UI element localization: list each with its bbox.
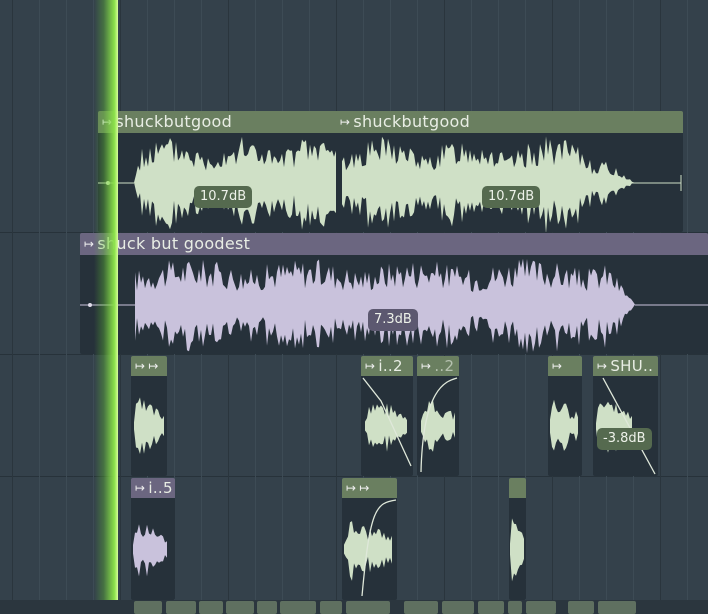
clip-waveform-area: 10.7dB [336,133,683,232]
clip-arrow-icon: ↦ [135,359,146,373]
clip-volume-badge: 10.7dB [482,186,541,208]
clip-title: ..2 [434,357,455,375]
clip-arrow-icon: ↦ [359,481,370,495]
clip-title: shuck but goodest [97,234,251,253]
clip-header[interactable]: ↦shuckbutgood [336,111,683,133]
audio-clip-small[interactable] [226,601,254,614]
audio-clip-small[interactable] [320,601,342,614]
grid-line [12,0,13,614]
waveform [342,136,682,232]
clip-arrow-icon: ↦ [84,237,95,251]
clip-arrow-icon: ↦ [421,359,432,373]
waveform [596,377,656,475]
clip-title: i..2 [378,357,403,375]
clip-arrow-icon: ↦ [148,359,159,373]
playlist-view[interactable]: ↦shuckbutgood 10.7dB ↦shuckbutgood 10.7d… [0,0,708,614]
clip-title: i..5 [148,479,173,497]
audio-clip-small[interactable] [134,601,162,614]
audio-clip-small[interactable]: ↦ [548,356,582,476]
clip-arrow-icon: ↦ [135,481,146,495]
clip-title: shuckbutgood [115,112,233,131]
audio-clip-small[interactable] [442,601,474,614]
waveform [133,524,167,577]
waveform [134,397,164,454]
audio-clip-i2[interactable]: ↦ i..2 [361,356,413,476]
audio-clip-small[interactable] [166,601,196,614]
clip-arrow-icon: ↦ [340,115,351,129]
audio-clip-shuck-but-goodest[interactable]: ↦ shuck but goodest 7.3dB [80,233,708,354]
waveform [510,518,524,582]
audio-clip-small[interactable] [598,601,636,614]
waveform [80,258,708,354]
playhead-marker[interactable] [94,0,118,614]
audio-clip-small[interactable]: ↦ ↦ [342,478,397,600]
audio-clip-shuckbutgood-1[interactable]: ↦shuckbutgood 10.7dB [98,111,344,232]
clip-arrow-icon: ↦ [597,359,608,373]
clip-title: SHU.. [610,357,654,375]
audio-clip-shuckbutgood-2[interactable]: ↦ shuckbutgood 10.7dB [336,111,683,232]
audio-clip-shu[interactable]: ↦ SHU.. -3.8dB [593,356,658,476]
grid-line [66,0,67,614]
clip-volume-badge: 7.3dB [368,309,418,331]
audio-clip-dot2[interactable]: ↦ ..2 [417,356,459,476]
clip-volume-badge: 10.7dB [194,186,253,208]
audio-clip-small[interactable]: ↦ ↦ [131,356,167,476]
audio-clip-small[interactable] [280,601,316,614]
audio-clip-small[interactable] [199,601,223,614]
clip-header[interactable]: ↦ shuck but goodest [80,233,708,255]
waveform [98,136,342,230]
audio-clip-small[interactable] [508,601,522,614]
clip-title: shuckbutgood [353,112,471,131]
clip-waveform-area: 10.7dB [98,133,344,232]
waveform [420,377,458,473]
clip-arrow-icon: ↦ [346,481,357,495]
waveform [362,377,412,467]
clip-arrow-icon: ↦ [552,359,563,373]
waveform [550,399,578,451]
audio-clip-small[interactable] [404,601,438,614]
audio-clip-small[interactable] [526,601,556,614]
clip-volume-badge: -3.8dB [597,428,652,450]
clip-waveform-area: 7.3dB [80,255,708,354]
audio-clip-i5[interactable]: ↦ i..5 [131,478,175,600]
audio-clip-small[interactable] [509,478,526,600]
audio-clip-small[interactable] [346,601,390,614]
audio-clip-small[interactable] [257,601,277,614]
clip-arrow-icon: ↦ [365,359,376,373]
audio-clip-small[interactable] [478,601,504,614]
audio-clip-small[interactable] [568,601,594,614]
waveform [344,499,397,597]
clip-header[interactable]: ↦shuckbutgood [98,111,344,133]
grid-line [39,0,40,614]
